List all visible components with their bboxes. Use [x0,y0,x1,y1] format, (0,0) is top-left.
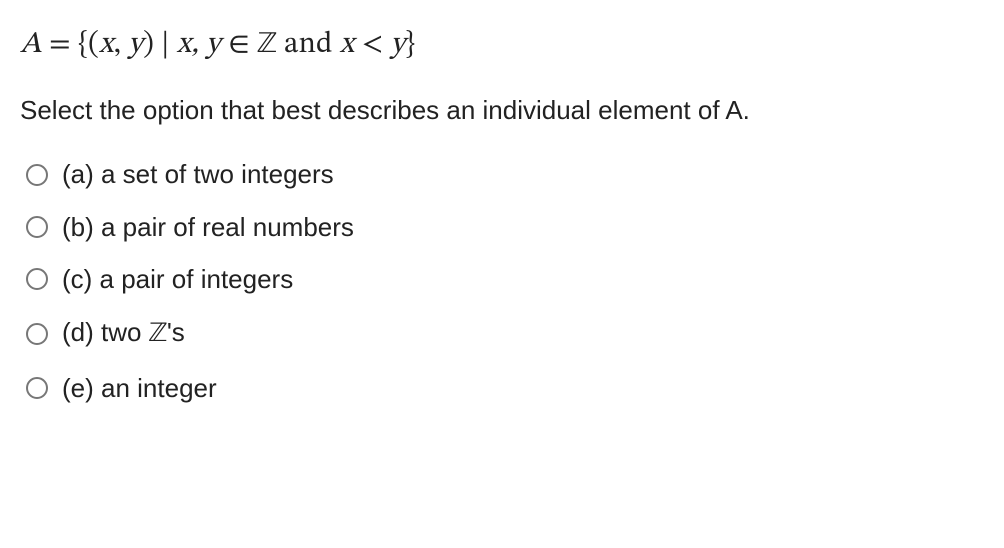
options-group: (a) a set of two integers (b) a pair of … [20,156,984,406]
option-label: (d) two ℤ's [62,314,185,354]
option-label: (a) a set of two integers [62,156,334,192]
option-c[interactable]: (c) a pair of integers [26,261,984,297]
option-label: (b) a pair of real numbers [62,209,354,245]
radio-icon[interactable] [26,216,48,238]
option-e[interactable]: (e) an integer [26,370,984,406]
radio-icon[interactable] [26,268,48,290]
formula-lhs: A [20,30,42,60]
option-a[interactable]: (a) a set of two integers [26,156,984,192]
option-label: (c) a pair of integers [62,261,293,297]
radio-icon[interactable] [26,377,48,399]
question-prompt: Select the option that best describes an… [20,92,984,128]
option-d[interactable]: (d) two ℤ's [26,314,984,354]
set-definition-formula: A = {(x, y) | x, y ∈ ℤ and x < y} [20,24,984,66]
option-label: (e) an integer [62,370,217,406]
radio-icon[interactable] [26,164,48,186]
option-b[interactable]: (b) a pair of real numbers [26,209,984,245]
radio-icon[interactable] [26,323,48,345]
